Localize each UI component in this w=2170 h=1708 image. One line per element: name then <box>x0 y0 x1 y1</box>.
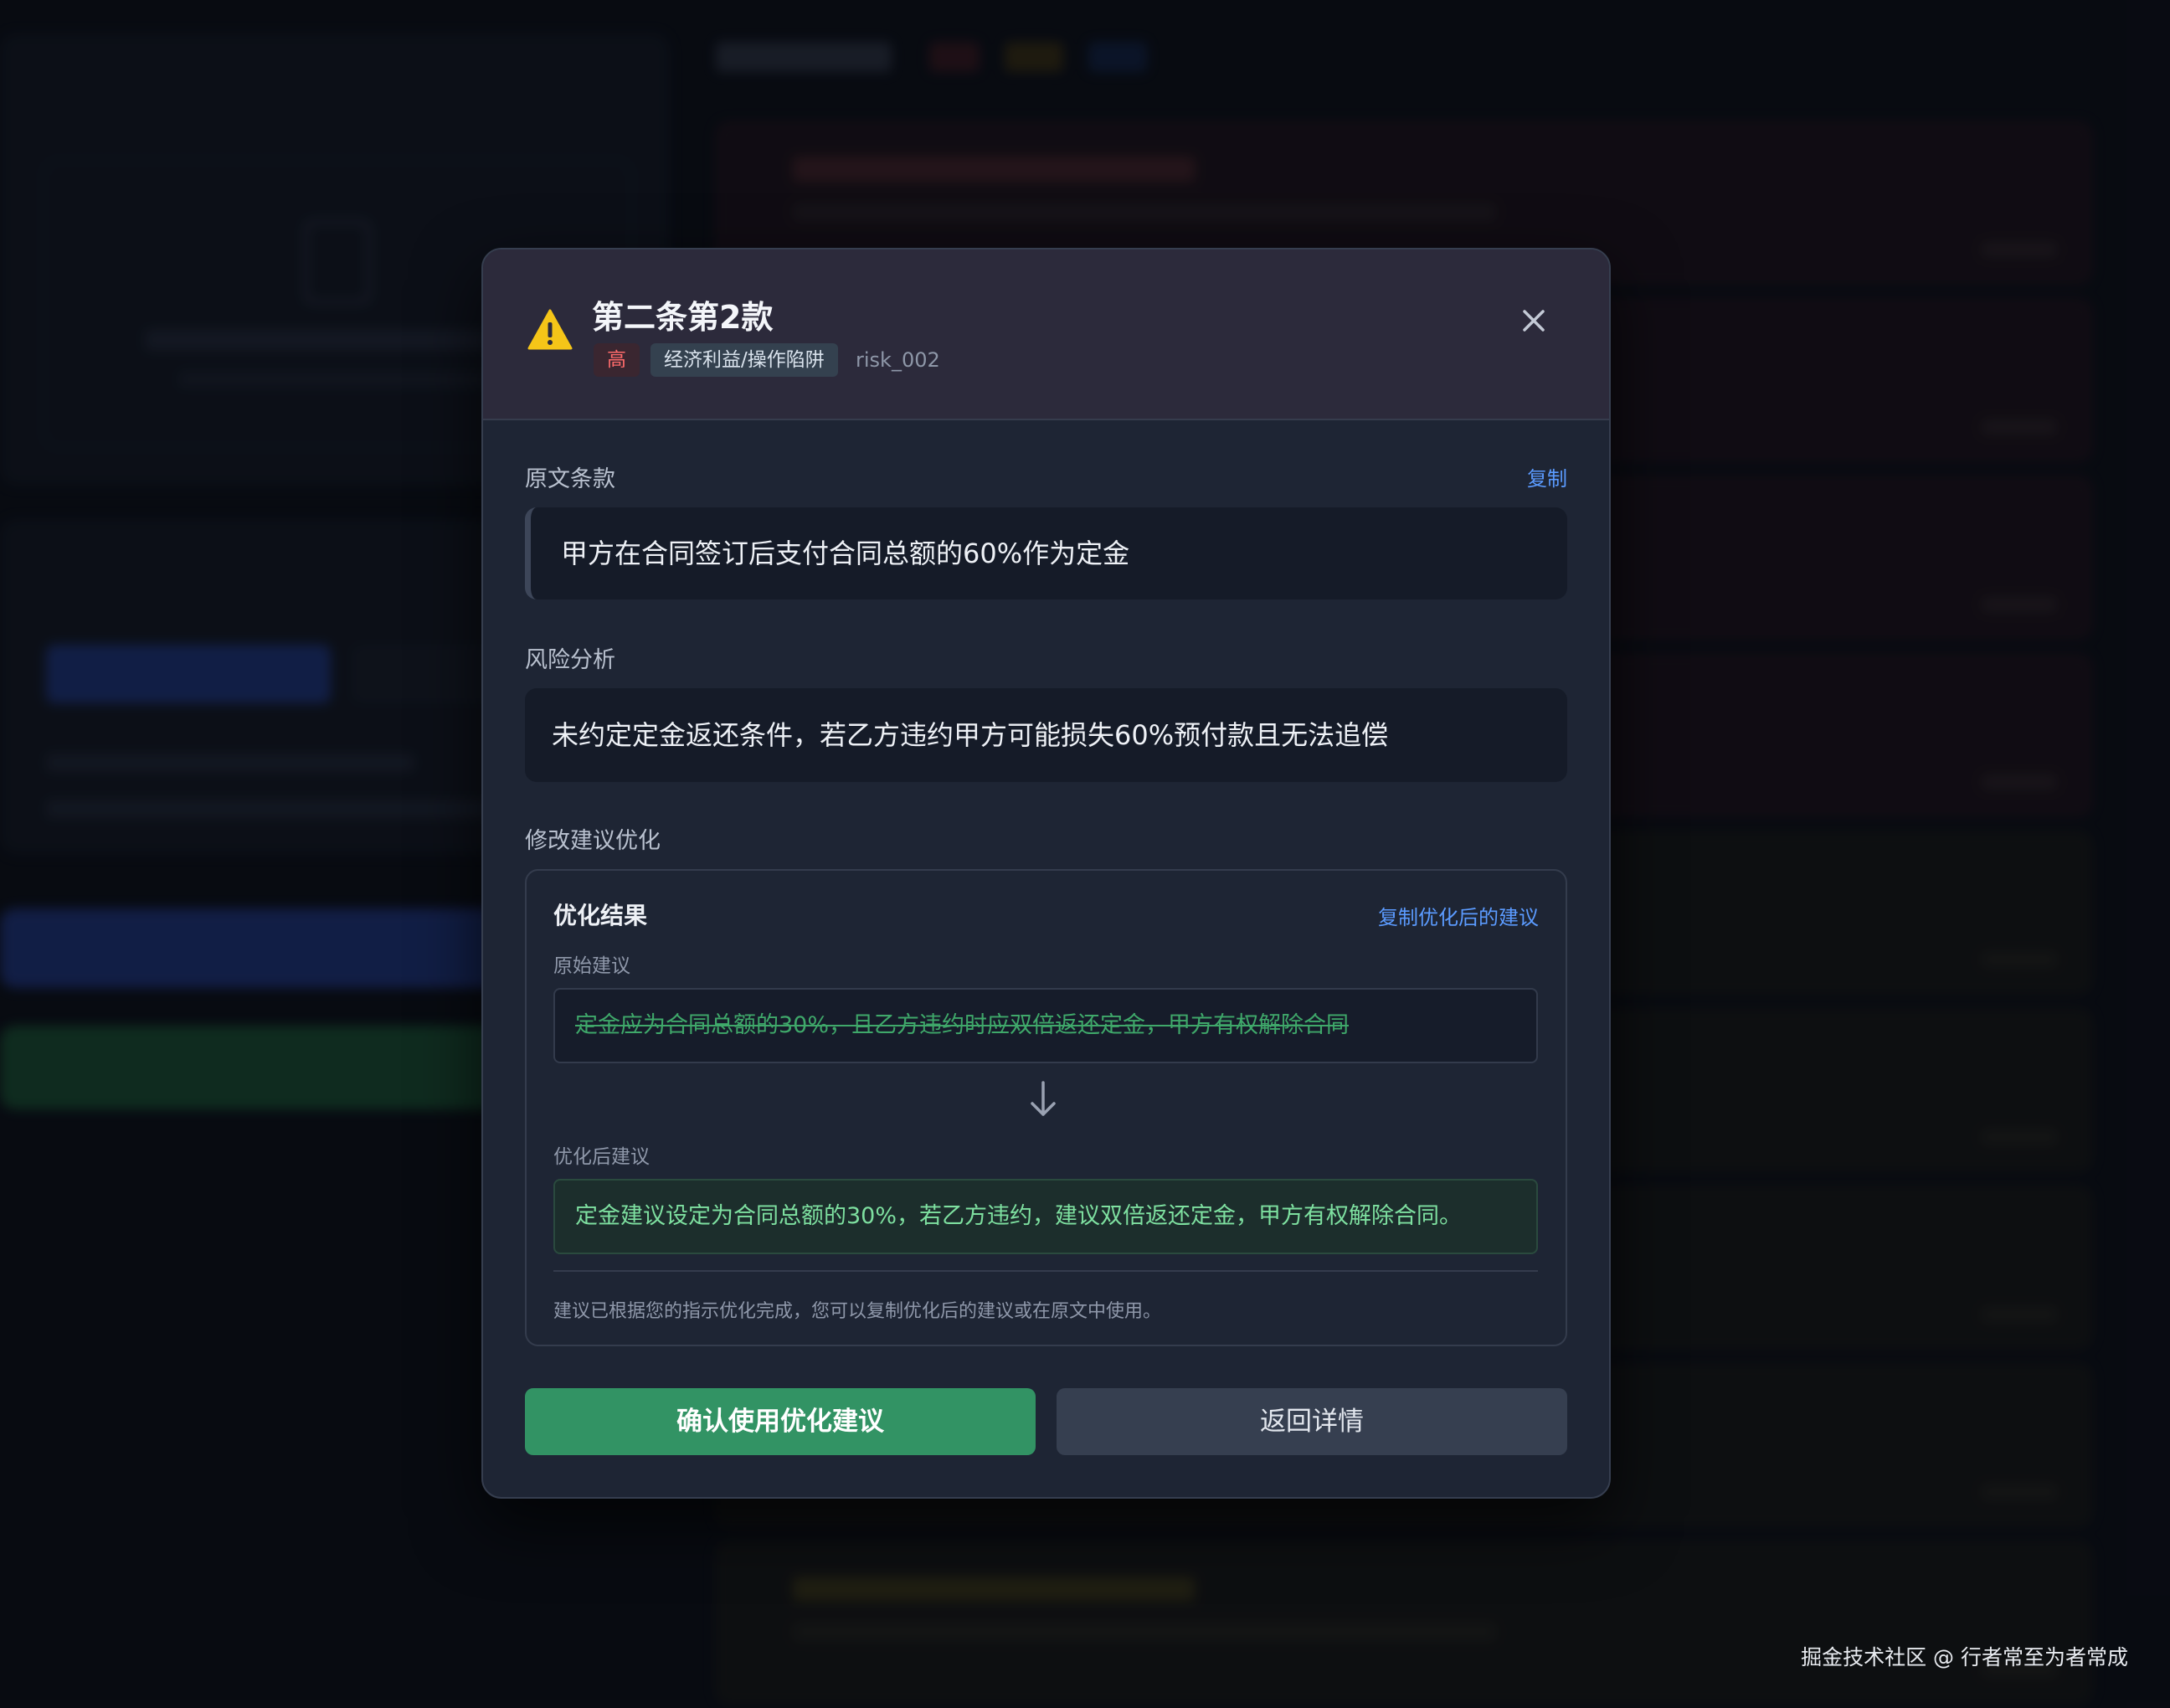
risk-analysis-label: 风险分析 <box>525 647 615 673</box>
original-suggestion-text: 定金应为合同总额的30%，且乙方违约时应双倍返还定金，甲方有权解除合同 <box>553 988 1538 1063</box>
optimized-suggestion-label: 优化后建议 <box>553 1146 650 1168</box>
optimization-result-card: 优化结果 复制优化后的建议 原始建议 定金应为合同总额的30%，且乙方违约时应双… <box>525 869 1567 1346</box>
close-icon <box>1523 310 1545 332</box>
copy-optimized-link[interactable]: 复制优化后的建议 <box>1378 901 1539 930</box>
close-button[interactable] <box>1513 300 1555 342</box>
watermark: 掘金技术社区 @ 行者常至为者常成 <box>1801 1645 2128 1669</box>
warning-triangle-icon <box>527 309 573 350</box>
severity-badge: 高 <box>594 343 640 377</box>
risk-id: risk_002 <box>856 348 940 372</box>
original-clause-label: 原文条款 <box>525 466 615 492</box>
original-clause-text: 甲方在合同签订后支付合同总额的60%作为定金 <box>525 507 1567 599</box>
category-badge: 经济利益/操作陷阱 <box>650 343 838 377</box>
divider <box>553 1270 1538 1272</box>
back-to-details-button[interactable]: 返回详情 <box>1057 1388 1567 1455</box>
optimized-suggestion-text: 定金建议设定为合同总额的30%，若乙方违约，建议双倍返还定金，甲方有权解除合同。 <box>553 1179 1538 1254</box>
arrow-down-icon <box>1031 1081 1056 1116</box>
modal-header: 第二条第2款 高 经济利益/操作陷阱 risk_002 <box>483 250 1609 420</box>
copy-clause-link[interactable]: 复制 <box>1527 462 1567 491</box>
optimization-note: 建议已根据您的指示优化完成，您可以复制优化后的建议或在原文中使用。 <box>553 1301 1162 1322</box>
original-suggestion-label: 原始建议 <box>553 955 630 977</box>
confirm-optimized-button[interactable]: 确认使用优化建议 <box>525 1388 1036 1455</box>
modal-title: 第二条第2款 <box>592 299 774 336</box>
optimize-section-label: 修改建议优化 <box>525 828 661 854</box>
risk-detail-modal: 第二条第2款 高 经济利益/操作陷阱 risk_002 原文条款 复制 甲方在合… <box>481 248 1611 1499</box>
risk-analysis-text: 未约定定金返还条件，若乙方违约甲方可能损失60%预付款且无法追偿 <box>525 688 1567 782</box>
optimization-result-title: 优化结果 <box>553 902 648 929</box>
